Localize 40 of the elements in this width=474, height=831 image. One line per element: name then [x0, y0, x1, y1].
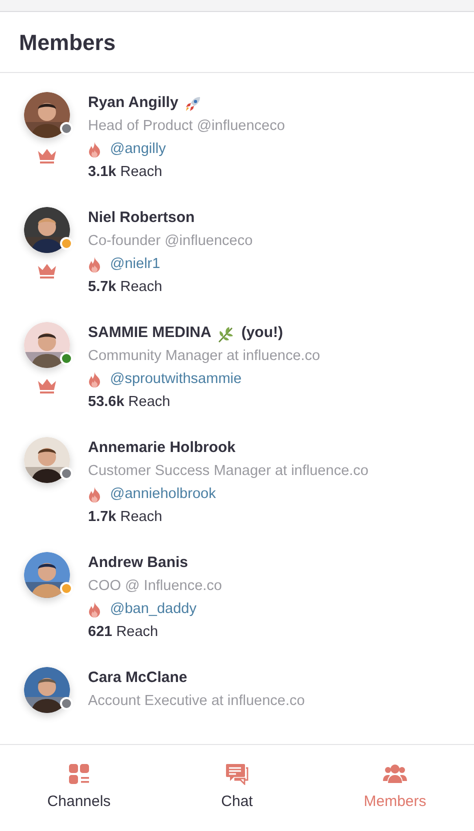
member-title: COO @ Influence.co [88, 577, 223, 596]
social-handle-link[interactable]: @angilly [110, 138, 166, 160]
reach-count: 1.7k [88, 508, 116, 527]
flame-icon [88, 486, 101, 502]
social-handle-link[interactable]: @nielr1 [110, 254, 160, 276]
social-handle-link[interactable]: @annieholbrook [110, 484, 216, 506]
reach-count: 5.7k [88, 278, 116, 297]
member-name: Cara McClane [88, 668, 188, 688]
reach-count: 53.6k [88, 392, 124, 412]
member-name: Ryan Angilly [88, 93, 178, 114]
member-title: Head of Product @influenceco [88, 117, 286, 136]
member-title: Customer Success Manager at influence.co [88, 462, 370, 481]
flame-icon [88, 142, 101, 158]
flame-icon [88, 372, 101, 388]
reach-label: Reach [128, 392, 170, 412]
people-icon [383, 764, 407, 784]
reach-count: 621 [88, 622, 112, 642]
you-label: (you!) [241, 323, 283, 344]
social-handle-link[interactable]: @sproutwithsammie [110, 368, 242, 390]
reach-label: Reach [120, 278, 162, 297]
reach-label: Reach [116, 622, 158, 642]
member-title: Co-founder @influenceco [88, 232, 254, 251]
reach-label: Reach [120, 162, 162, 182]
member-title: Account Executive at influence.co [88, 692, 306, 711]
reach-label: Reach [120, 508, 162, 527]
tab[interactable]: Channels [0, 745, 158, 831]
social-handle-link[interactable]: @ban_daddy [110, 598, 196, 620]
member-name: Andrew Banis [88, 553, 188, 574]
member-name: Annemarie Holbrook [88, 438, 236, 458]
reach-count: 3.1k [88, 162, 116, 182]
member-name: Niel Robertson [88, 208, 195, 228]
grid-icon [68, 763, 90, 785]
tab[interactable]: Members [316, 745, 474, 831]
member-title: Community Manager at influence.co [88, 347, 322, 366]
tab[interactable]: Chat [158, 745, 316, 831]
chat-icon [225, 763, 249, 785]
flame-icon [88, 256, 101, 272]
page-title: Members [19, 28, 116, 56]
member-name: SAMMIE MEDINA [88, 323, 212, 344]
flame-icon [88, 602, 101, 618]
